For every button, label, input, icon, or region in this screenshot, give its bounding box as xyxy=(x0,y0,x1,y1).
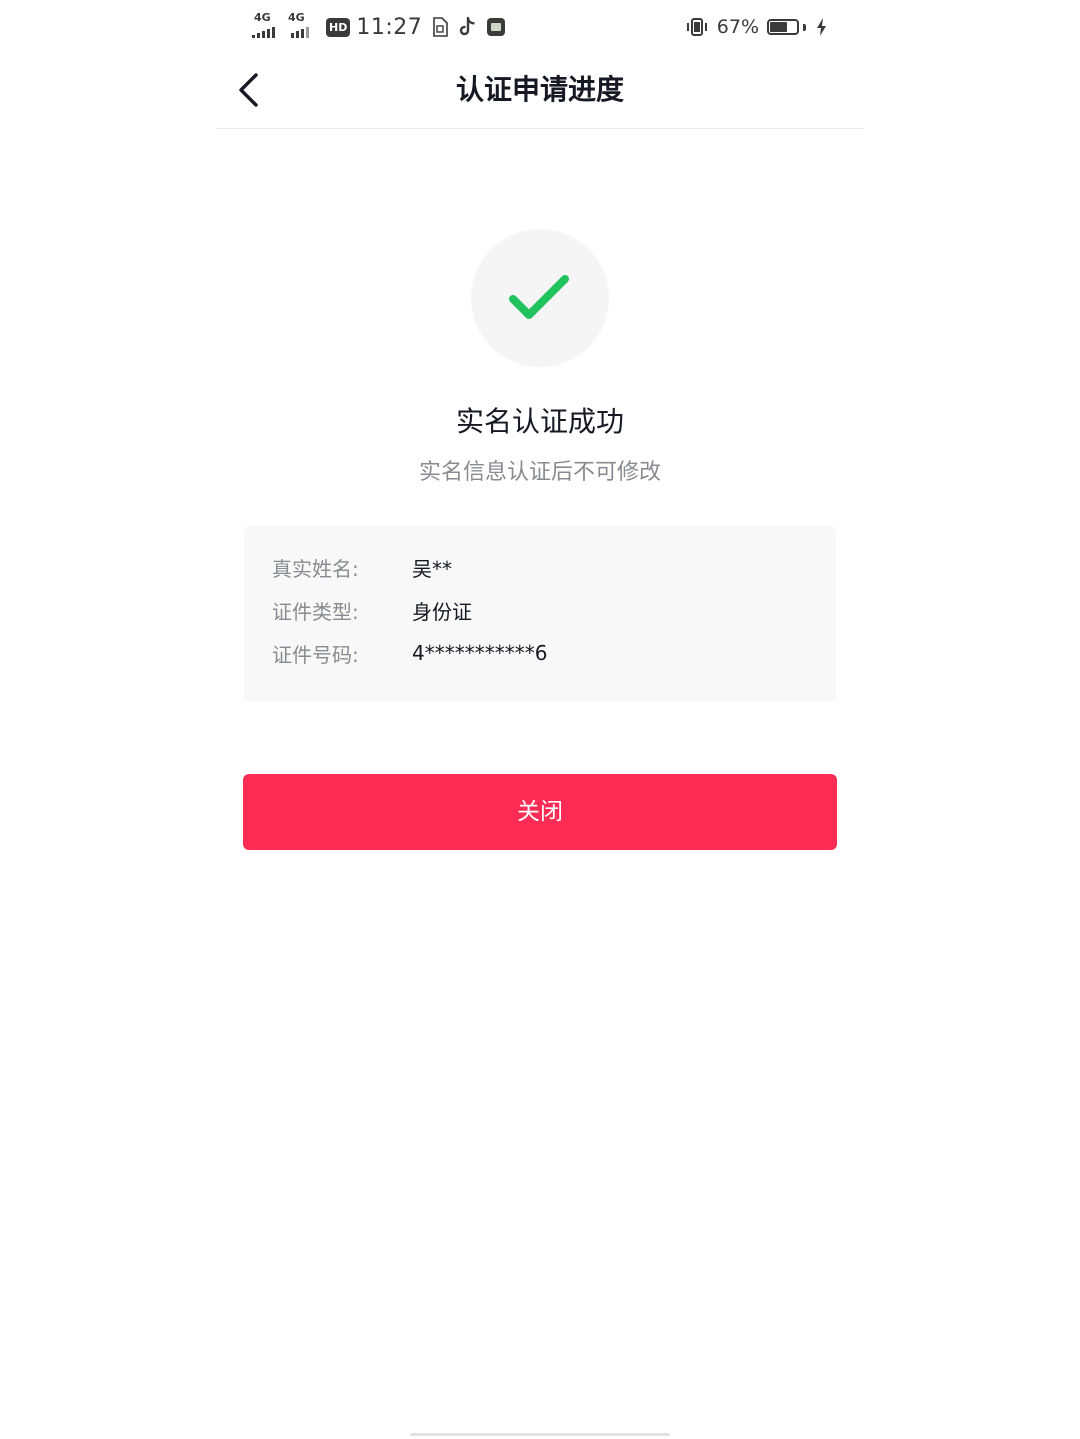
info-row-name: 真实姓名: 吴** xyxy=(272,551,816,583)
app-icon xyxy=(486,17,506,37)
close-button[interactable]: 关闭 xyxy=(243,774,837,850)
screen: 4G 4G HD 11:27 67% 认证申请进度 实名认证成功 实名信息认证后… xyxy=(0,0,1080,1439)
battery-icon xyxy=(767,19,799,35)
result-subtitle: 实名信息认证后不可修改 xyxy=(418,460,661,485)
signal-icon-secondary: 4G xyxy=(286,12,316,42)
hd-badge: HD xyxy=(326,17,351,37)
info-label: 证件类型: xyxy=(272,599,359,624)
tiktok-icon xyxy=(458,17,476,37)
vibrate-icon xyxy=(685,17,709,37)
battery-cap xyxy=(803,23,806,31)
info-label: 真实姓名: xyxy=(272,556,359,581)
status-right: 67% xyxy=(685,10,830,44)
page-title: 认证申请进度 xyxy=(455,73,624,106)
network-type-label-secondary: 4G xyxy=(288,11,305,24)
status-bar: 4G 4G HD 11:27 67% xyxy=(250,10,830,44)
info-card: 真实姓名: 吴** 证件类型: 身份证 证件号码: 4***********6 xyxy=(244,526,836,702)
battery-fill xyxy=(770,22,787,32)
status-time: 11:27 xyxy=(356,14,423,40)
info-label: 证件号码: xyxy=(272,642,359,667)
check-icon xyxy=(509,275,569,319)
signal-icon: 4G xyxy=(252,12,282,42)
sim-icon xyxy=(432,17,449,37)
status-left: 4G 4G HD 11:27 xyxy=(252,10,516,44)
info-value: 吴** xyxy=(412,556,452,581)
info-value: 4***********6 xyxy=(412,641,548,665)
charging-icon xyxy=(816,17,828,37)
info-row-id-type: 证件类型: 身份证 xyxy=(272,594,816,626)
success-badge xyxy=(471,229,609,367)
nav-header: 认证申请进度 xyxy=(216,52,864,129)
network-type-label: 4G xyxy=(254,11,271,24)
result-title: 实名认证成功 xyxy=(455,405,624,438)
info-value: 身份证 xyxy=(412,599,472,624)
home-indicator[interactable] xyxy=(410,1433,670,1436)
info-row-id-number: 证件号码: 4***********6 xyxy=(272,637,816,669)
battery-percent: 67% xyxy=(716,16,759,38)
